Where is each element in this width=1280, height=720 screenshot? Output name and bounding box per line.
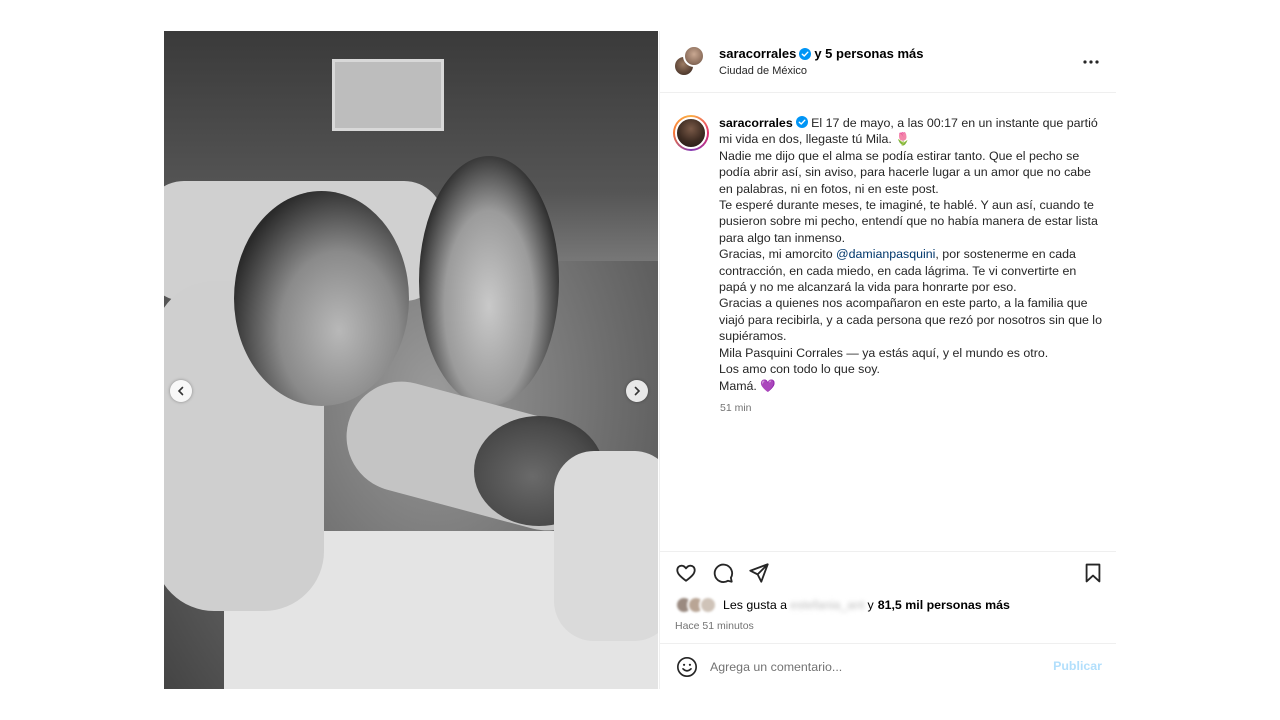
avatar — [675, 117, 707, 149]
share-button[interactable] — [748, 562, 770, 584]
save-icon — [1085, 563, 1101, 583]
emoji-icon — [677, 657, 697, 677]
photo-baby-blanket — [554, 451, 658, 641]
avatar — [683, 45, 705, 67]
avatar — [699, 596, 717, 614]
emoji-button[interactable] — [676, 656, 698, 678]
like-button[interactable] — [675, 562, 697, 584]
post-photo[interactable] — [164, 31, 658, 689]
caption-paragraph: Gracias, mi amorcito @damianpasquini, po… — [719, 246, 1104, 295]
comment-bar: Publicar — [660, 643, 1116, 689]
verified-icon — [799, 47, 812, 60]
publish-button[interactable]: Publicar — [1053, 659, 1102, 673]
caption-line: Mamá. 💜 — [719, 378, 776, 393]
photo-mother-head — [419, 156, 559, 406]
caption-line: Nadie me dijo que el alma se podía estir… — [719, 148, 1091, 196]
caption-line: Mila Pasquini Corrales — ya estás aquí, … — [719, 345, 1049, 360]
caption-username[interactable]: saracorrales — [719, 116, 793, 130]
carousel-prev-button[interactable] — [170, 380, 192, 402]
likes-count[interactable]: 81,5 mil personas más — [878, 598, 1010, 612]
coauthor-avatars[interactable] — [673, 45, 705, 77]
header-location[interactable]: Ciudad de México — [719, 65, 807, 77]
heart-icon — [676, 564, 696, 582]
caption-line: Gracias, mi amorcito — [719, 247, 837, 262]
caption-paragraph: saracorrales El 17 de mayo, a las 00:17 … — [719, 115, 1104, 148]
more-options-button[interactable] — [1082, 53, 1100, 71]
photo-father-head — [234, 191, 409, 406]
caption-line: Te esperé durante meses, te imaginé, te … — [719, 198, 1098, 245]
more-options-icon — [1083, 60, 1099, 64]
action-bar — [660, 551, 1116, 591]
header-coauthors[interactable]: y 5 personas más — [814, 46, 923, 61]
post-header: saracorrales y 5 personas más Ciudad de … — [660, 31, 1116, 93]
caption-line: Gracias a quienes nos acompañaron en est… — [719, 296, 1102, 344]
chevron-left-icon — [177, 386, 184, 396]
caption-mention[interactable]: @damianpasquini — [836, 247, 935, 261]
save-button[interactable] — [1082, 562, 1104, 584]
likes-joiner: y — [867, 598, 874, 612]
header-authors: saracorrales y 5 personas más — [719, 46, 923, 61]
caption-text: saracorrales El 17 de mayo, a las 00:17 … — [719, 115, 1104, 394]
comment-icon — [713, 563, 734, 583]
posted-time[interactable]: Hace 51 minutos — [675, 620, 754, 632]
share-icon — [749, 563, 769, 583]
chevron-right-icon — [634, 386, 641, 396]
photo-wall-frame — [332, 59, 444, 131]
carousel-next-button[interactable] — [626, 380, 648, 402]
caption-line: Los amo con todo lo que soy. — [719, 362, 880, 377]
caption-time[interactable]: 51 min — [720, 402, 752, 414]
likes-summary[interactable]: Les gusta a estefania_ant y 81,5 mil per… — [675, 594, 1010, 616]
post-panel: saracorrales y 5 personas más Ciudad de … — [659, 31, 1116, 689]
verified-icon — [795, 116, 808, 128]
likes-prefix: Les gusta a — [723, 598, 788, 612]
caption-avatar[interactable] — [673, 115, 709, 151]
header-username[interactable]: saracorrales — [719, 46, 796, 61]
comment-button[interactable] — [712, 562, 734, 584]
likes-blurred-name[interactable]: estefania_ant — [790, 598, 864, 612]
comment-input[interactable] — [710, 657, 1040, 677]
